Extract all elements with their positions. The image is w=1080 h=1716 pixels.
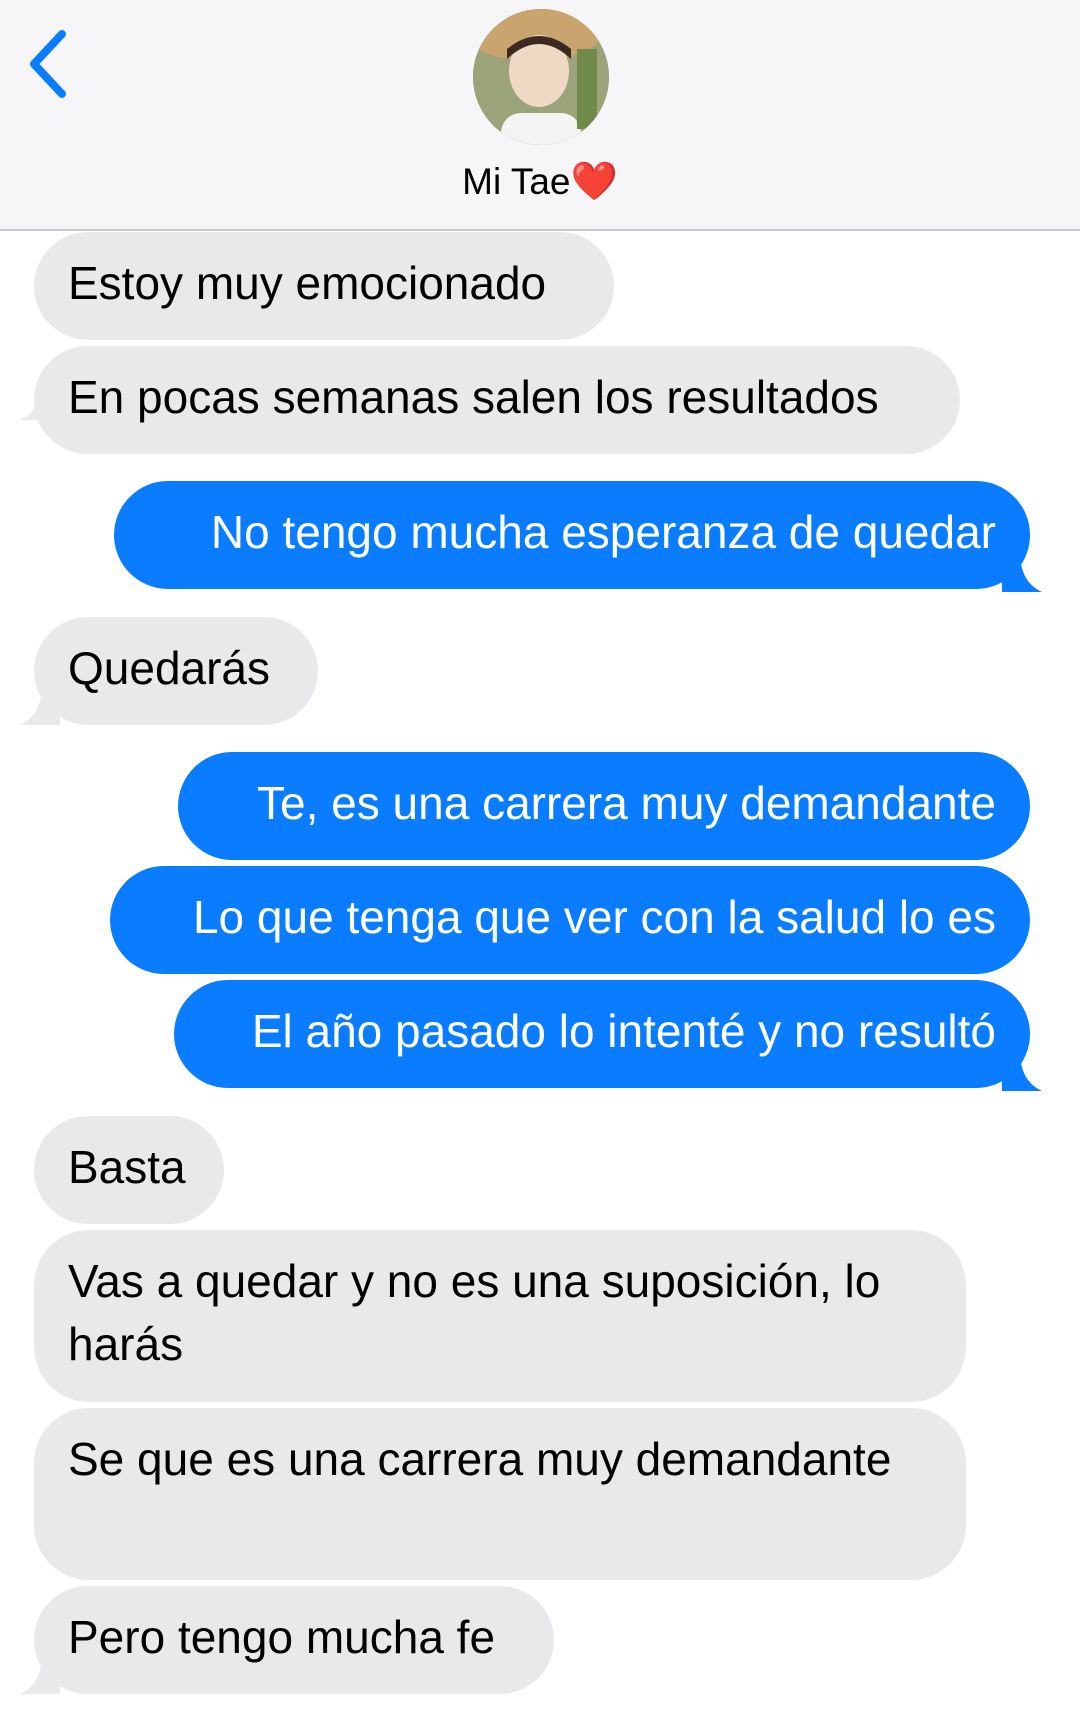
contact-name[interactable]: Mi Tae❤️ <box>0 158 1080 206</box>
message-bubble-outgoing[interactable]: No tengo mucha esperanza de quedar <box>114 481 1030 589</box>
contact-avatar[interactable] <box>473 9 609 145</box>
back-button[interactable] <box>18 24 78 108</box>
bubble-tail-incoming <box>20 1654 60 1694</box>
avatar-photo <box>473 9 609 145</box>
bubble-tail-outgoing <box>1002 552 1042 592</box>
message-bubble-incoming[interactable]: Pero tengo mucha fe <box>34 1586 554 1694</box>
heart-emoji: ❤️ <box>570 161 618 203</box>
message-bubble-incoming[interactable]: En pocas semanas salen los resultados <box>34 346 960 454</box>
message-bubble-incoming[interactable]: Quedarás <box>34 617 318 725</box>
message-bubble-incoming[interactable]: Estoy muy emocionado <box>34 232 614 340</box>
message-bubble-incoming[interactable]: Se que es una carrera muy demandante <box>34 1408 966 1580</box>
chevron-left-icon <box>30 30 66 98</box>
contact-name-text: Mi Tae <box>462 161 571 202</box>
message-bubble-outgoing[interactable]: El año pasado lo intenté y no resultó <box>174 980 1030 1088</box>
conversation-header: Mi Tae❤️ <box>0 0 1080 231</box>
message-bubble-incoming[interactable]: Vas a quedar y no es una suposición, lo … <box>34 1230 966 1402</box>
message-bubble-incoming[interactable]: Basta <box>34 1116 224 1224</box>
bubble-tail-incoming <box>20 685 60 725</box>
bubble-tail-outgoing <box>1002 1051 1042 1091</box>
message-bubble-outgoing[interactable]: Lo que tenga que ver con la salud lo es <box>110 866 1030 974</box>
messages-screen: Mi Tae❤️ Estoy muy emocionado En pocas s… <box>0 0 1080 1716</box>
message-bubble-outgoing[interactable]: Te, es una carrera muy demandante <box>178 752 1030 860</box>
